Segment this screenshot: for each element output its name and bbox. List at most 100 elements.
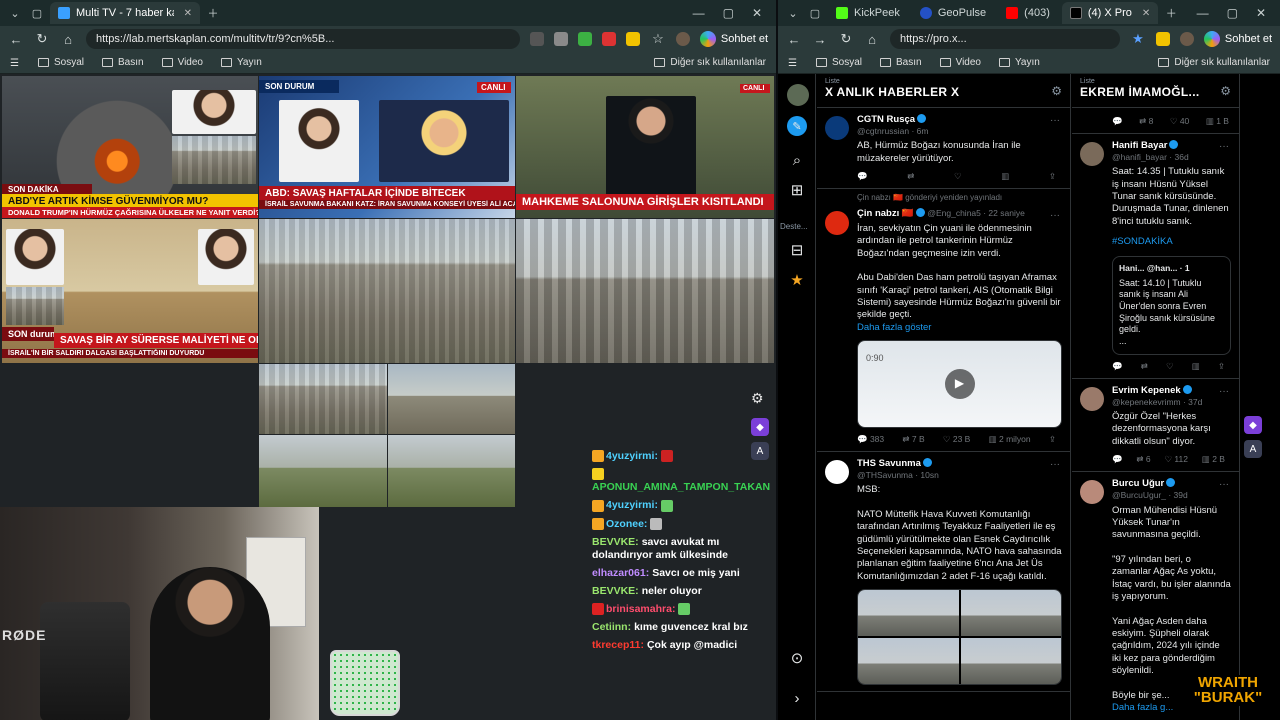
- tv-tile-5[interactable]: [259, 219, 515, 363]
- other-favorites[interactable]: Diğer sık kullanılanlar: [1158, 57, 1270, 68]
- author-name[interactable]: CGTN Rusça: [857, 114, 915, 125]
- chat-user[interactable]: elhazar061:: [592, 567, 649, 579]
- author-name[interactable]: Çin nabzı 🇨🇳: [857, 208, 914, 219]
- tweet[interactable]: ··· THS Savunma @THSavunma · 10sn MSB: N…: [817, 452, 1070, 693]
- tweet[interactable]: ··· Evrim Kepenek @kepenekevrimm · 37d Ö…: [1072, 379, 1239, 473]
- retweet-count[interactable]: ⇄ 8: [1139, 116, 1153, 127]
- extension-icon[interactable]: [1155, 32, 1170, 46]
- author-name[interactable]: Hanifi Bayar: [1112, 140, 1167, 151]
- tweet-image[interactable]: [858, 590, 959, 637]
- chat-user[interactable]: 4yuzyirmi:: [606, 450, 658, 462]
- minimize-icon[interactable]: —: [693, 6, 705, 20]
- tweet-images[interactable]: [857, 589, 1062, 686]
- new-tab-icon[interactable]: ＋: [204, 4, 222, 22]
- tab-actions-icon[interactable]: ⌄: [6, 4, 24, 22]
- tab-youtube[interactable]: (403): [998, 2, 1058, 24]
- tv-tile-3[interactable]: CANLI MAHKEME SALONUNA GİRİŞLER KISITLAN…: [516, 76, 774, 218]
- author-avatar[interactable]: [1080, 386, 1104, 411]
- tv-tile-6[interactable]: [516, 219, 774, 363]
- tv-tile-1[interactable]: SON DAKİKA ABD'YE ARTIK KİMSE GÜVENMİYOR…: [2, 76, 258, 218]
- bookmark-folder[interactable]: Sosyal: [38, 57, 84, 68]
- tv-tile-7c[interactable]: [259, 435, 387, 507]
- reply-icon[interactable]: 💬: [1112, 454, 1123, 465]
- bookmark-folder[interactable]: Basın: [102, 57, 144, 68]
- extension-side-icon[interactable]: ◆: [751, 418, 769, 436]
- tab-multitv[interactable]: Multi TV - 7 haber kanalını aynı an ✕: [50, 2, 200, 24]
- chat-user[interactable]: BEVVKE:: [592, 536, 639, 548]
- column-settings-icon[interactable]: ⚙: [1051, 84, 1062, 98]
- column-settings-icon[interactable]: ⚙: [1220, 84, 1231, 98]
- more-options-icon[interactable]: ···: [1050, 114, 1060, 127]
- tab-geopulse[interactable]: GeoPulse: [912, 2, 994, 24]
- address-bar[interactable]: https://lab.mertskaplan.com/multitv/tr/9…: [86, 29, 520, 49]
- account-avatar[interactable]: [787, 84, 809, 106]
- settings-gear-icon[interactable]: ⚙: [751, 390, 764, 407]
- views-icon[interactable]: ▥: [1192, 361, 1200, 372]
- search-icon[interactable]: ⌕: [787, 150, 807, 170]
- deck-icon[interactable]: ⊟: [787, 240, 807, 260]
- tv-tile-2[interactable]: SON DURUM CANLI ABD: SAVAŞ HAFTALAR İÇİN…: [259, 76, 515, 218]
- chat-user[interactable]: Cetiinn:: [592, 621, 631, 633]
- author-name[interactable]: THS Savunma: [857, 458, 921, 469]
- more-options-icon[interactable]: ···: [1219, 478, 1229, 491]
- like-icon[interactable]: ♡: [1166, 361, 1174, 372]
- maximize-icon[interactable]: ▢: [723, 6, 734, 20]
- back-icon[interactable]: ←: [8, 32, 24, 47]
- close-tab-icon[interactable]: ✕: [1142, 8, 1150, 19]
- extension-icon[interactable]: [577, 32, 592, 46]
- reload-icon[interactable]: ↻: [34, 31, 50, 47]
- reply-icon[interactable]: 💬: [1112, 361, 1123, 372]
- profile-avatar[interactable]: [675, 32, 690, 46]
- tweet[interactable]: ··· Hanifi Bayar @hanifi_bayar · 36d Saa…: [1072, 134, 1239, 379]
- author-name[interactable]: Evrim Kepenek: [1112, 385, 1181, 396]
- show-more-link[interactable]: Daha fazla göster: [857, 322, 1062, 334]
- views-count[interactable]: ▥ 2 milyon: [989, 434, 1031, 445]
- retweet-icon[interactable]: ⇄: [1141, 361, 1148, 372]
- like-count[interactable]: ♡ 23 B: [943, 434, 970, 445]
- bookmark-folder[interactable]: Video: [939, 57, 981, 68]
- more-options-icon[interactable]: ···: [1050, 209, 1060, 222]
- chat-user[interactable]: APONUN_AMINA_TAMPON_TAKAN: [592, 481, 770, 493]
- more-options-icon[interactable]: ···: [1219, 385, 1229, 398]
- author-handle[interactable]: @THSavunma · 10sn: [857, 470, 1062, 481]
- chat-user[interactable]: brinisamahra:: [606, 603, 675, 615]
- author-avatar[interactable]: [825, 211, 849, 236]
- translate-side-icon[interactable]: A: [1244, 440, 1262, 458]
- close-window-icon[interactable]: ✕: [1256, 6, 1266, 20]
- profile-avatar[interactable]: [1179, 32, 1194, 46]
- add-column-icon[interactable]: ⊞: [787, 180, 807, 200]
- copilot-button[interactable]: Sohbet et: [699, 31, 768, 47]
- tweet[interactable]: ··· CGTN Rusça @cgtnrussian · 6m AB, Hür…: [817, 108, 1070, 190]
- like-count[interactable]: ♡ 112: [1164, 454, 1188, 465]
- author-handle[interactable]: @cgtnrussian · 6m: [857, 126, 1062, 137]
- author-name[interactable]: Burcu Uğur: [1112, 478, 1164, 489]
- tv-tile-7b[interactable]: [388, 364, 515, 434]
- extension-icon[interactable]: [601, 32, 616, 46]
- author-avatar[interactable]: [1080, 480, 1104, 505]
- minimize-icon[interactable]: —: [1197, 6, 1209, 20]
- play-icon[interactable]: ▶: [944, 368, 975, 399]
- copilot-button[interactable]: Sohbet et: [1203, 31, 1272, 47]
- home-icon[interactable]: ⌂: [864, 32, 880, 47]
- expand-sidebar-icon[interactable]: ›: [787, 688, 807, 708]
- bookmark-folder[interactable]: Sosyal: [816, 57, 862, 68]
- other-favorites[interactable]: Diğer sık kullanılanlar: [654, 57, 766, 68]
- share-icon[interactable]: ⇪: [1049, 434, 1056, 445]
- forward-icon[interactable]: →: [812, 32, 828, 47]
- extension-icon[interactable]: [553, 32, 568, 46]
- tab-kickpeek[interactable]: KickPeek: [828, 2, 908, 24]
- close-tab-icon[interactable]: ✕: [184, 8, 192, 19]
- tweet[interactable]: Çin nabzı 🇨🇳 gönderiyi yeniden yayınladı…: [817, 189, 1070, 452]
- bookmarks-toggle-icon[interactable]: ☰: [10, 58, 20, 69]
- starred-deck-icon[interactable]: ★: [787, 270, 807, 290]
- views-icon[interactable]: ▥: [1001, 171, 1009, 182]
- like-icon[interactable]: ♡: [954, 171, 962, 182]
- reply-icon[interactable]: 💬: [1112, 116, 1123, 127]
- tab-xpro[interactable]: (4) X Pro ✕: [1061, 2, 1159, 24]
- tv-tile-7a[interactable]: [259, 364, 387, 434]
- back-icon[interactable]: ←: [786, 32, 802, 47]
- reload-icon[interactable]: ↻: [838, 31, 854, 47]
- bookmarks-toggle-icon[interactable]: ☰: [788, 58, 798, 69]
- chat-user[interactable]: 4yuzyirmi:: [606, 499, 658, 511]
- reply-icon[interactable]: 💬: [857, 171, 868, 182]
